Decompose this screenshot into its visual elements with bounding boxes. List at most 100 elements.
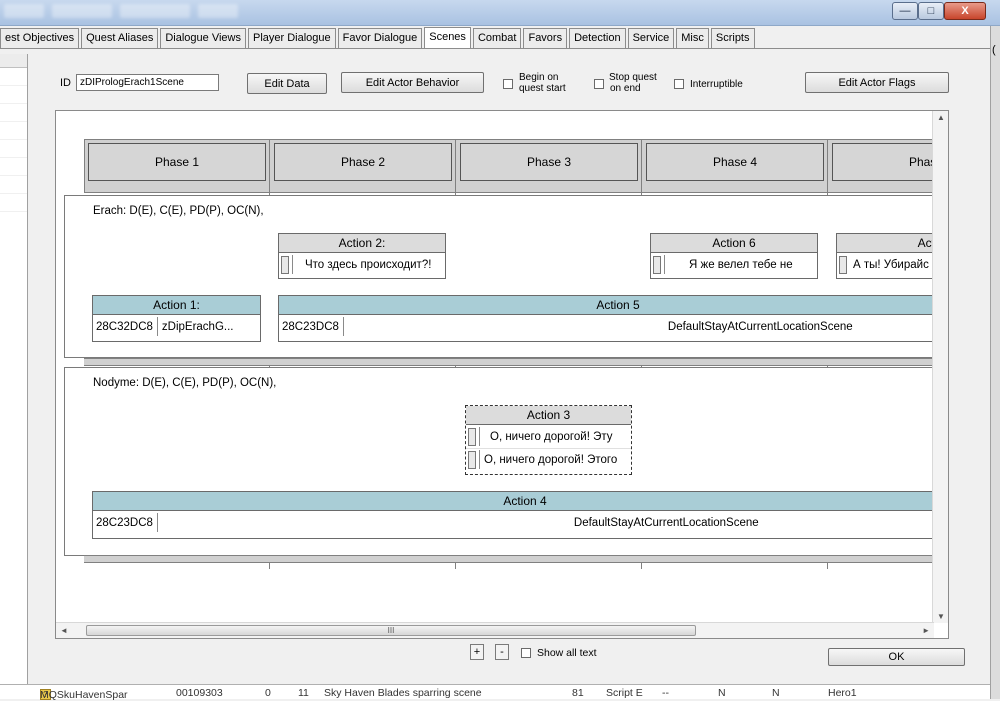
action-toggle[interactable] [839,255,847,274]
row-dash: -- [662,687,669,699]
begin-on-label-line1: Begin on [519,72,559,83]
track-separator [84,555,944,563]
tab-favor-dialogue[interactable]: Favor Dialogue [337,28,423,48]
divider [292,255,293,274]
show-all-text-checkbox[interactable] [521,648,531,658]
tab-scenes[interactable]: Scenes [424,27,471,49]
divider [156,513,158,532]
action-title: Action 4 [93,492,948,511]
dialogue-line: О, ничего дорогой! Этого [484,453,618,466]
row-n2: N [772,687,780,699]
scroll-down-icon[interactable]: ▼ [937,612,945,621]
tab-dialogue-views[interactable]: Dialogue Views [160,28,246,48]
edit-actor-flags-button[interactable]: Edit Actor Flags [805,72,949,93]
list-item[interactable] [0,140,27,158]
background-list-row: ? MQSkuHavenSpar 00109303 0 11 Sky Haven … [0,684,990,701]
tab-combat[interactable]: Combat [472,28,522,48]
row-name: MQSkuHavenSpar [40,689,128,701]
begin-on-quest-start-checkbox[interactable] [503,79,513,89]
show-all-text-label: Show all text [537,647,597,659]
horizontal-scroll-thumb[interactable]: III [86,625,696,636]
list-item[interactable] [0,122,27,140]
remove-phase-button[interactable]: - [495,644,509,660]
scroll-right-icon[interactable]: ► [922,626,930,635]
blurred-title-text [120,4,190,18]
tab-misc[interactable]: Misc [676,28,709,48]
scene-list[interactable] [0,54,28,694]
scene-timeline-canvas[interactable]: Phase 1 Phase 2 Phase 3 Phase 4 Phase 5 … [55,110,949,639]
stop-quest-on-end-checkbox[interactable] [594,79,604,89]
tab-player-dialogue[interactable]: Player Dialogue [247,28,336,48]
vertical-scrollbar[interactable]: ▲ ▼ [932,111,948,623]
list-item[interactable] [0,176,27,194]
package-id: 28C23DC8 [282,320,339,333]
package-name: DefaultStayAtCurrentLocationScene [667,320,853,333]
action-toggle[interactable] [468,427,476,446]
list-item[interactable] [0,104,27,122]
right-edge-char: ( [992,44,996,56]
divider [156,317,158,336]
action-title: Action 3 [466,406,631,425]
blurred-title-text [198,4,238,18]
close-button[interactable]: X [944,2,986,20]
action-toggle[interactable] [468,450,476,469]
list-item[interactable] [0,86,27,104]
scene-id-field[interactable]: zDIPrologErach1Scene [76,74,219,91]
minimize-button[interactable]: — [892,2,918,20]
action-title: Action 2: [279,234,445,253]
dialogue-line: О, ничего дорогой! Эту [490,430,613,443]
phase-4-header[interactable]: Phase 4 [646,143,824,181]
scroll-left-icon[interactable]: ◄ [60,626,68,635]
title-bar: — □ X [0,0,1000,26]
divider [479,450,480,469]
action-4-package[interactable]: Action 4 28C23DC8 DefaultStayAtCurrentLo… [92,491,948,539]
dialogue-line: Я же велел тебе не [689,258,793,271]
action-toggle[interactable] [653,255,661,274]
action-toggle[interactable] [281,255,289,274]
edit-actor-behavior-button[interactable]: Edit Actor Behavior [341,72,484,93]
action-6-dialogue[interactable]: Action 6 Я же велел тебе не [650,233,818,279]
begin-on-label-line2: quest start [519,83,566,94]
action-title: Action 1: [93,296,260,315]
action-2-dialogue[interactable]: Action 2: Что здесь происходит?! [278,233,446,279]
add-phase-button[interactable]: + [470,644,484,660]
tab-detection[interactable]: Detection [569,28,626,48]
list-item[interactable] [0,68,27,86]
tab-objectives[interactable]: est Objectives [0,28,80,48]
tab-scripts[interactable]: Scripts [710,28,755,48]
dialogue-line: А ты! Убирайс [853,258,929,271]
scroll-up-icon[interactable]: ▲ [937,113,945,122]
track-separator [84,358,944,366]
id-label: ID [60,77,71,89]
package-name: DefaultStayAtCurrentLocationScene [573,516,759,529]
row-desc: Sky Haven Blades sparring scene [324,687,482,699]
tab-favors[interactable]: Favors [523,28,568,48]
horizontal-scrollbar[interactable]: ◄ III ► [56,622,934,638]
action-title: Action 6 [651,234,817,253]
phase-2-header[interactable]: Phase 2 [274,143,452,181]
action-5-package[interactable]: Action 5 28C23DC8 DefaultStayAtCurrentLo… [278,295,948,342]
package-name: zDipErachG... [161,320,234,333]
maximize-button[interactable]: □ [918,2,944,20]
action-1-package[interactable]: Action 1: 28C32DC8 zDipErachG... [92,295,261,342]
tab-bar: est Objectives Quest Aliases Dialogue Vi… [0,27,757,49]
tab-service[interactable]: Service [627,28,675,48]
interruptible-checkbox[interactable] [674,79,684,89]
scene-list-header [0,54,27,68]
tab-quest-aliases[interactable]: Quest Aliases [81,28,159,48]
action-body: Что здесь происходит?! [279,253,445,276]
row-priority: 81 [572,687,584,699]
divider [664,255,665,274]
edit-data-button[interactable]: Edit Data [247,73,327,94]
ok-button[interactable]: OK [828,648,965,666]
list-item[interactable] [0,158,27,176]
right-edge-strip: ( [990,26,1000,699]
list-item[interactable] [0,194,27,212]
action-3-dialogue[interactable]: Action 3 О, ничего дорогой! Эту О, ничег… [465,405,632,475]
package-id: 28C23DC8 [96,516,153,529]
action-body: 28C23DC8 DefaultStayAtCurrentLocationSce… [93,511,948,534]
row-n1: N [718,687,726,699]
tab-divider [0,48,990,49]
phase-1-header[interactable]: Phase 1 [88,143,266,181]
phase-3-header[interactable]: Phase 3 [460,143,638,181]
